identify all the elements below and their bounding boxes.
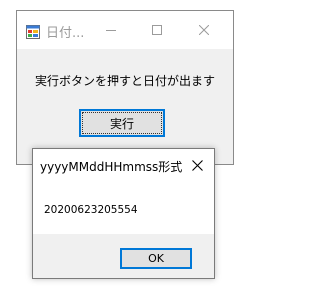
minimize-button[interactable] [88, 11, 134, 49]
dialog-close-button[interactable] [181, 149, 214, 182]
close-icon [192, 156, 203, 175]
dialog-titlebar[interactable]: yyyyMMddHHmmss形式 [33, 149, 214, 182]
ok-button[interactable]: OK [120, 248, 192, 269]
main-window: 日付... 実行ボタンを押すと日付が出ます 実行 [16, 10, 234, 165]
date-value-text: 20200623205554 [44, 204, 138, 216]
dialog-title: yyyyMMddHHmmss形式 [40, 160, 183, 174]
main-window-title: 日付... [46, 26, 85, 41]
main-titlebar[interactable]: 日付... [17, 11, 233, 49]
execute-button[interactable]: 実行 [79, 109, 165, 137]
close-button[interactable] [181, 11, 227, 49]
message-dialog: yyyyMMddHHmmss形式 20200623205554 OK [32, 148, 215, 279]
dialog-footer: OK [33, 234, 214, 278]
instruction-label: 実行ボタンを押すと日付が出ます [34, 74, 215, 88]
dialog-body: 20200623205554 [33, 182, 214, 234]
minimize-icon [106, 25, 116, 35]
maximize-button[interactable] [134, 11, 180, 49]
close-icon [199, 25, 209, 35]
app-form-icon [26, 24, 40, 39]
maximize-icon [152, 25, 162, 35]
